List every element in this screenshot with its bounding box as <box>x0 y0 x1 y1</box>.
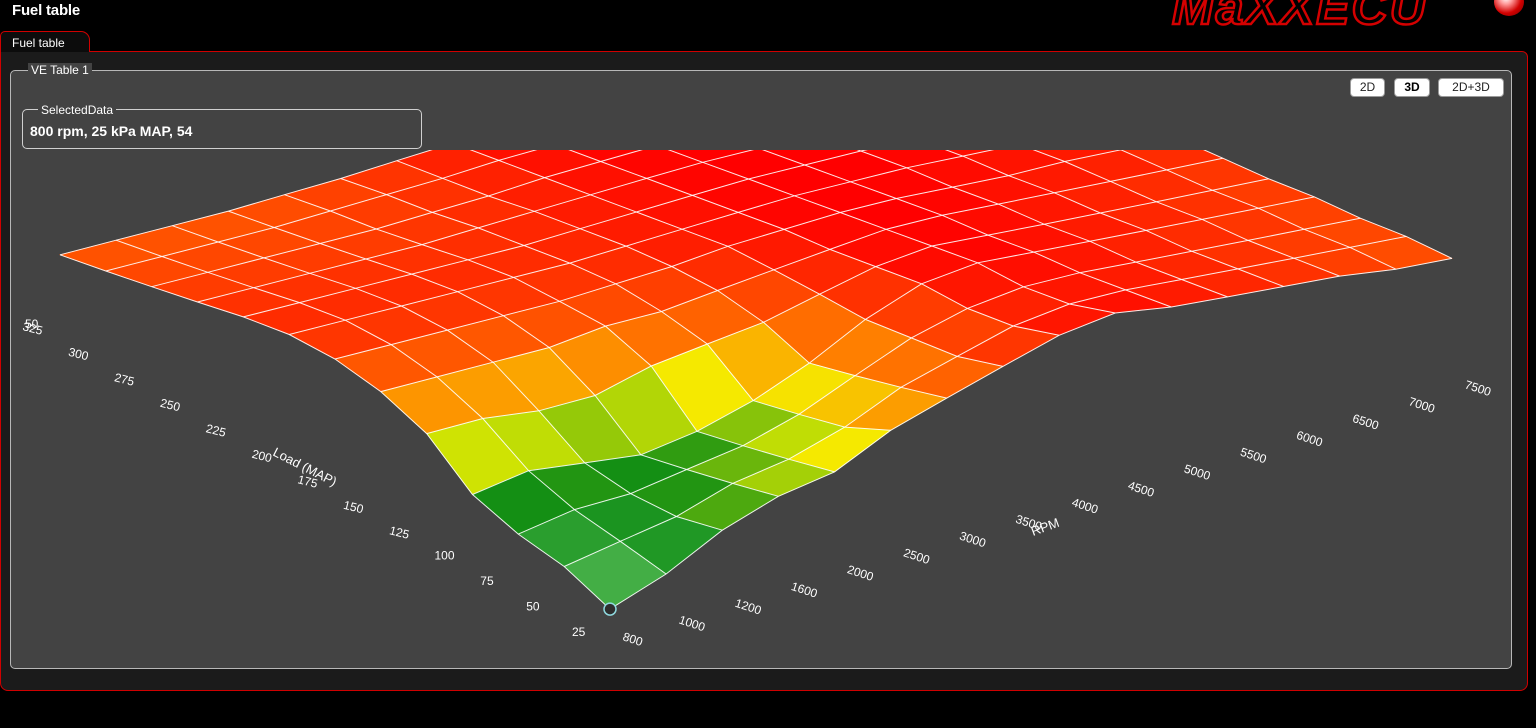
ve-table-title: VE Table 1 <box>28 63 92 77</box>
load-tick-label: 50 <box>526 600 540 614</box>
load-tick-label: 100 <box>435 549 455 563</box>
rpm-tick-label: 7500 <box>1463 378 1493 400</box>
rpm-tick-label: 2500 <box>902 546 932 568</box>
surface-cell[interactable] <box>734 56 836 87</box>
rpm-tick-label: 4500 <box>1126 478 1156 500</box>
surface-cell[interactable] <box>611 115 713 146</box>
surface-cell[interactable] <box>621 84 723 115</box>
surface-cell[interactable] <box>825 91 927 120</box>
surface-cell[interactable] <box>836 60 938 91</box>
surface-cell[interactable] <box>769 104 871 135</box>
surface-cell[interactable] <box>779 73 881 104</box>
surface-cell[interactable] <box>846 30 948 60</box>
rpm-tick-label: 6500 <box>1351 411 1381 433</box>
load-tick-label: 275 <box>113 370 136 389</box>
selected-data-title: SelectedData <box>38 103 117 117</box>
surface-cell[interactable] <box>1074 118 1178 151</box>
surface-cell[interactable] <box>667 101 769 132</box>
surface-cell[interactable] <box>973 113 1075 144</box>
tab-fuel-table-label: Fuel table <box>12 36 65 50</box>
surface-cell[interactable] <box>723 87 825 118</box>
surface-cell[interactable] <box>678 70 780 101</box>
surface-cell[interactable] <box>871 108 973 139</box>
surface-cell[interactable] <box>813 120 918 152</box>
rpm-tick-label: 5000 <box>1182 462 1212 484</box>
selected-cell-marker[interactable] <box>603 602 617 616</box>
load-tick-label: 25 <box>572 625 586 639</box>
rpm-tick-label: 4000 <box>1070 495 1100 517</box>
surface-cell[interactable] <box>927 96 1029 125</box>
surface-cell[interactable] <box>790 43 892 73</box>
load-tick-label: 225 <box>205 421 228 440</box>
surface-cell[interactable] <box>713 118 815 149</box>
rpm-tick-label: 1200 <box>733 596 763 618</box>
surface-cell[interactable] <box>565 98 667 129</box>
rpm-tick-label: 5500 <box>1239 445 1269 467</box>
load-tick-label: 150 <box>342 498 365 517</box>
surface-cell[interactable] <box>509 112 611 145</box>
rpm-tick-label: 6000 <box>1295 428 1325 450</box>
rpm-tick-label: 3000 <box>958 529 988 551</box>
ve-surface-plot[interactable]: 8001000120016002000250030003500400045005… <box>0 0 1536 728</box>
rpm-tick-label: 800 <box>621 630 645 650</box>
rpm-tick-label: 7000 <box>1407 394 1437 416</box>
rpm-tick-label: 1000 <box>677 613 707 635</box>
load-tick-label: 125 <box>388 523 411 542</box>
surface-cell[interactable] <box>881 77 983 108</box>
surface-cell[interactable] <box>1029 99 1131 130</box>
load-tick-label: 200 <box>250 447 273 466</box>
rpm-tick-label: 2000 <box>846 562 876 584</box>
rpm-tick-label: 1600 <box>789 579 819 601</box>
surface-cell[interactable] <box>938 65 1040 96</box>
surface-cell[interactable] <box>983 82 1085 113</box>
load-tick-label: 250 <box>159 396 182 415</box>
surface-cell[interactable] <box>892 47 994 77</box>
tab-fuel-table[interactable]: Fuel table <box>0 31 90 52</box>
load-tick-label: 75 <box>480 574 494 588</box>
load-tick-label: 300 <box>67 345 90 364</box>
z-axis-label: 50 <box>25 317 39 331</box>
